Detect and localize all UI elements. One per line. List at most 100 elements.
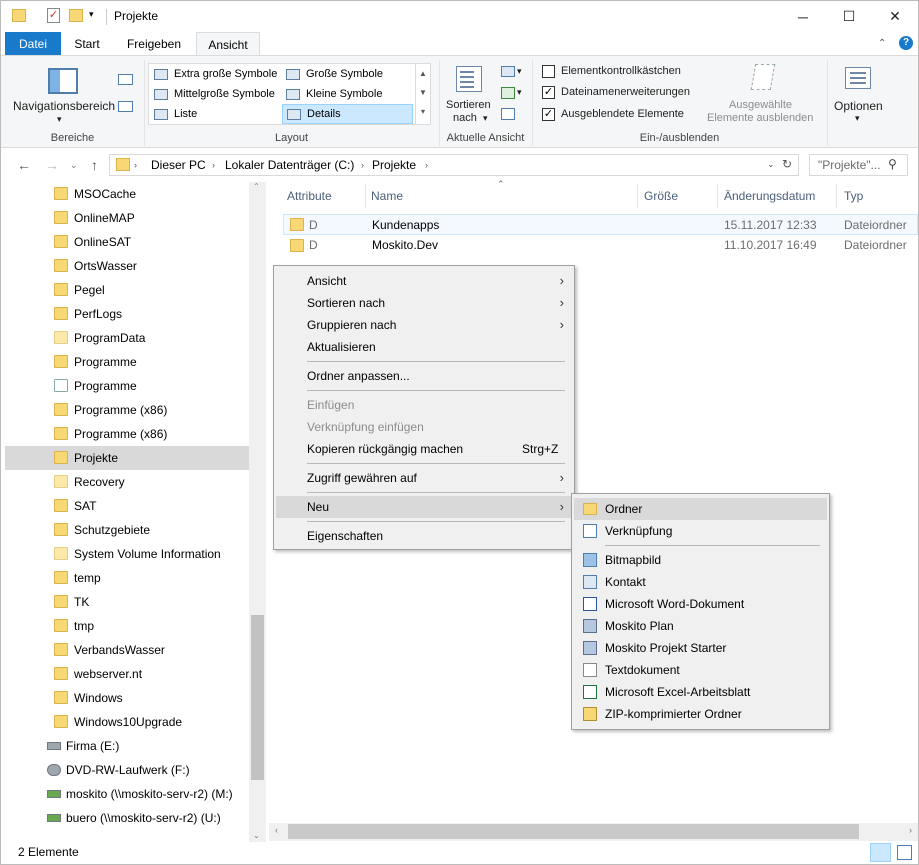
menu-item[interactable]: Verknüpfung einfügen xyxy=(276,416,572,438)
nav-item[interactable]: Programme xyxy=(5,374,249,398)
menu-item[interactable]: Ansicht › xyxy=(276,270,572,292)
column-size[interactable]: Größe xyxy=(644,184,678,208)
ribbon-collapse-icon[interactable]: ⌃ xyxy=(878,38,886,49)
options-icon[interactable] xyxy=(845,67,871,89)
nav-item[interactable]: SAT xyxy=(5,494,249,518)
nav-item[interactable]: PerfLogs xyxy=(5,302,249,326)
nav-item[interactable]: Recovery xyxy=(5,470,249,494)
size-columns-icon[interactable] xyxy=(501,108,515,120)
sort-by-dropdown-icon[interactable]: ▾ xyxy=(483,113,488,124)
nav-item[interactable]: Projekte xyxy=(5,446,249,470)
search-box[interactable]: "Projekte"... ⚲ xyxy=(809,154,908,176)
layout-details[interactable]: Details xyxy=(282,104,413,124)
column-date[interactable]: Änderungsdatum xyxy=(724,184,815,208)
chevron-right-icon[interactable]: › xyxy=(425,160,428,170)
back-icon[interactable]: ← xyxy=(17,157,31,173)
nav-item[interactable]: Windows xyxy=(5,686,249,710)
sort-by-icon[interactable] xyxy=(456,66,482,92)
nav-item[interactable]: OrtsWasser xyxy=(5,254,249,278)
preview-pane-icon[interactable] xyxy=(118,74,133,85)
navigation-pane-button[interactable]: Navigationsbereich xyxy=(13,99,115,113)
checkbox-ausgeblendete-elemente[interactable]: ✓ xyxy=(542,108,555,121)
column-attribute[interactable]: Attribute xyxy=(287,184,332,208)
chevron-right-icon[interactable]: › xyxy=(212,160,215,170)
submenu-item[interactable]: ZIP-komprimierter Ordner xyxy=(574,703,827,725)
sort-by-button[interactable]: Sortieren xyxy=(446,99,491,111)
nav-item[interactable]: VerbandsWasser xyxy=(5,638,249,662)
menu-item[interactable]: Zugriff gewähren auf › xyxy=(276,467,572,489)
column-separator[interactable] xyxy=(637,184,638,208)
add-columns-icon[interactable] xyxy=(501,87,515,99)
new-folder-icon[interactable] xyxy=(69,9,83,22)
submenu-item[interactable]: Moskito Plan xyxy=(574,615,827,637)
breadcrumb-laufwerk-c[interactable]: Lokaler Datenträger (C:) xyxy=(225,158,354,172)
nav-item[interactable]: Programme xyxy=(5,350,249,374)
quick-access-dropdown-icon[interactable]: ▾ xyxy=(89,9,99,25)
nav-item[interactable]: buero (\\moskito-serv-r2) (U:) xyxy=(5,806,249,830)
close-button[interactable]: ✕ xyxy=(872,1,918,32)
submenu-item[interactable]: Moskito Projekt Starter xyxy=(574,637,827,659)
search-input[interactable]: "Projekte"... xyxy=(818,158,881,172)
submenu-item[interactable]: Textdokument xyxy=(574,659,827,681)
file-row[interactable]: D Kundenapps 15.11.2017 12:33 Dateiordne… xyxy=(283,214,918,235)
recent-dropdown-icon[interactable]: ⌄ xyxy=(70,160,78,171)
layout-list[interactable]: Liste xyxy=(150,105,280,124)
scroll-right-icon[interactable]: › xyxy=(909,825,912,835)
scroll-up-icon[interactable]: ⌃ xyxy=(253,182,260,191)
up-icon[interactable]: ↑ xyxy=(91,157,98,173)
submenu-item[interactable]: Microsoft Excel-Arbeitsblatt xyxy=(574,681,827,703)
layout-large-icons[interactable]: Große Symbole xyxy=(282,65,412,84)
layout-extra-large-icons[interactable]: Extra große Symbole xyxy=(150,65,280,84)
layout-scroll[interactable]: ▲ ▼ ▾ xyxy=(415,64,430,124)
nav-item[interactable]: temp xyxy=(5,566,249,590)
breadcrumb-dieser-pc[interactable]: Dieser PC xyxy=(151,158,206,172)
group-by-icon[interactable] xyxy=(501,66,515,77)
column-name[interactable]: Name xyxy=(371,184,403,208)
nav-item[interactable]: Schutzgebiete xyxy=(5,518,249,542)
nav-item[interactable]: webserver.nt xyxy=(5,662,249,686)
details-view-icon[interactable] xyxy=(870,843,891,862)
add-columns-dropdown-icon[interactable]: ▾ xyxy=(517,87,522,98)
scroll-down-icon[interactable]: ⌄ xyxy=(253,831,260,840)
nav-item[interactable]: Programme (x86) xyxy=(5,422,249,446)
breadcrumb-projekte[interactable]: Projekte xyxy=(372,158,416,172)
checkbox-dateinamenerweiterungen[interactable]: ✓ xyxy=(542,86,555,99)
nav-item[interactable]: Programme (x86) xyxy=(5,398,249,422)
submenu-item[interactable]: Kontakt xyxy=(574,571,827,593)
scroll-left-icon[interactable]: ‹ xyxy=(275,825,278,835)
nav-item[interactable]: System Volume Information xyxy=(5,542,249,566)
large-icons-view-icon[interactable] xyxy=(897,845,912,860)
nav-item[interactable]: tmp xyxy=(5,614,249,638)
chevron-right-icon[interactable]: › xyxy=(134,160,137,170)
nav-item[interactable]: MSOCache xyxy=(5,182,249,206)
nav-item[interactable]: Firma (E:) xyxy=(5,734,249,758)
checkbox-elementkontrollkaestchen[interactable] xyxy=(542,65,555,78)
layout-medium-icons[interactable]: Mittelgroße Symbole xyxy=(150,85,280,104)
menu-item[interactable]: Sortieren nach › xyxy=(276,292,572,314)
navigation-pane-icon[interactable] xyxy=(48,68,78,94)
submenu-item[interactable]: Microsoft Word-Dokument xyxy=(574,593,827,615)
address-bar[interactable]: › Dieser PC › Lokaler Datenträger (C:) ›… xyxy=(109,154,799,176)
nav-item[interactable]: moskito (\\moskito-serv-r2) (M:) xyxy=(5,782,249,806)
file-name[interactable]: Moskito.Dev xyxy=(372,235,438,256)
search-icon[interactable]: ⚲ xyxy=(888,157,897,171)
column-separator[interactable] xyxy=(365,184,366,208)
column-separator[interactable] xyxy=(717,184,718,208)
address-dropdown-icon[interactable]: ⌄ xyxy=(767,159,775,170)
nav-item[interactable]: OnlineMAP xyxy=(5,206,249,230)
horizontal-scroll-thumb[interactable] xyxy=(288,824,859,839)
tab-ansicht[interactable]: Ansicht xyxy=(196,32,260,56)
nav-item[interactable]: OnlineSAT xyxy=(5,230,249,254)
submenu-item[interactable]: Verknüpfung xyxy=(574,520,827,542)
nav-item[interactable]: DVD-RW-Laufwerk (F:) xyxy=(5,758,249,782)
maximize-button[interactable]: ☐ xyxy=(826,1,872,32)
forward-icon[interactable]: → xyxy=(45,157,59,173)
nav-item[interactable]: ProgramData xyxy=(5,326,249,350)
submenu-item[interactable]: Ordner xyxy=(574,498,827,520)
menu-item[interactable]: Einfügen xyxy=(276,394,572,416)
details-pane-icon[interactable] xyxy=(118,101,133,112)
options-dropdown-icon[interactable]: ▾ xyxy=(855,113,860,124)
tab-freigeben[interactable]: Freigeben xyxy=(115,32,193,56)
tab-datei[interactable]: Datei xyxy=(5,32,61,56)
nav-item[interactable]: TK xyxy=(5,590,249,614)
